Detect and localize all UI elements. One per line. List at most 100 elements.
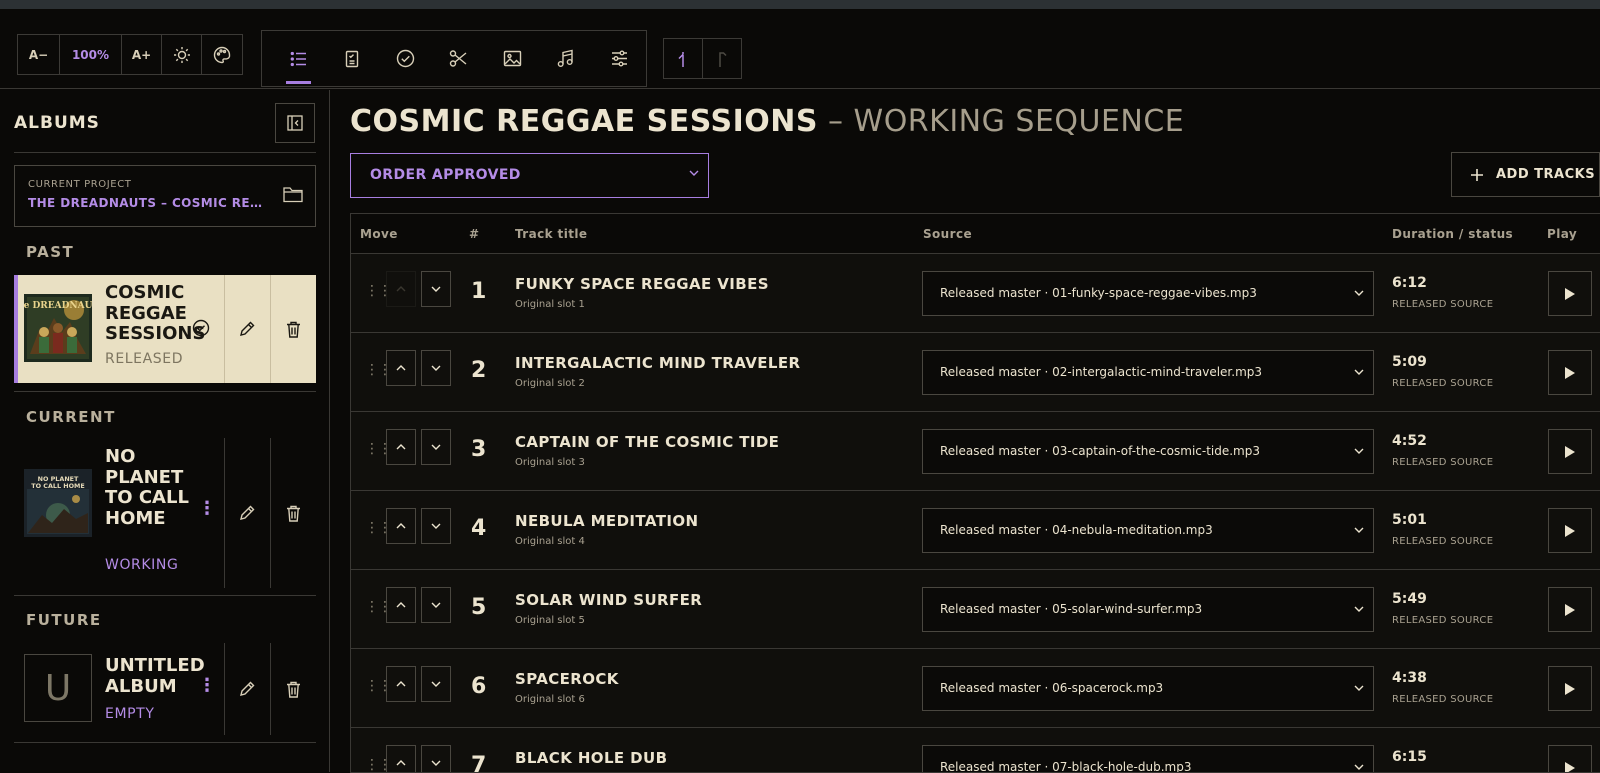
original-slot: Original slot 1	[515, 299, 585, 310]
track-title: CAPTAIN OF THE COSMIC TIDE	[515, 433, 779, 451]
album-cover: NO PLANET TO CALL HOME	[24, 469, 92, 537]
track-status: RELEASED SOURCE	[1392, 457, 1493, 468]
view-artwork-button[interactable]	[486, 31, 539, 86]
album-card-cosmic-reggae[interactable]: The DREADNAUTS COSMIC REGGAE SESSIONS RE…	[14, 275, 316, 383]
track-number: 3	[471, 437, 486, 462]
zoom-level[interactable]: 100%	[60, 35, 122, 74]
delete-album-button[interactable]	[270, 643, 315, 735]
original-slot: Original slot 5	[515, 615, 585, 626]
view-checklist-button[interactable]	[325, 31, 378, 86]
track-title: SOLAR WIND SURFER	[515, 591, 702, 609]
move-down-button[interactable]	[421, 666, 451, 702]
top-toolbar: A− 100% A+	[0, 9, 1600, 89]
move-down-button[interactable]	[421, 350, 451, 386]
current-project-name: THE DREADNAUTS – COSMIC RE…	[28, 196, 315, 210]
move-down-button[interactable]	[421, 508, 451, 544]
view-audio-button[interactable]	[539, 31, 592, 86]
play-button[interactable]	[1548, 508, 1592, 553]
edit-album-button[interactable]	[224, 275, 269, 383]
table-row: ⋮⋮2INTERGALACTIC MIND TRAVELEROriginal s…	[351, 333, 1600, 412]
source-select[interactable]: Released master · 02-intergalactic-mind-…	[922, 350, 1374, 395]
move-up-button[interactable]	[386, 429, 416, 465]
album-cover: The DREADNAUTS	[24, 294, 92, 362]
chevron-down-icon	[1353, 287, 1365, 302]
move-down-button[interactable]	[421, 429, 451, 465]
source-select[interactable]: Released master · 04-nebula-meditation.m…	[922, 508, 1374, 553]
track-duration: 5:49	[1392, 591, 1427, 607]
sidebar-title: ALBUMS	[14, 113, 100, 133]
move-up-button[interactable]	[386, 745, 416, 773]
move-down-button[interactable]	[421, 271, 451, 307]
play-icon	[1564, 682, 1576, 696]
approved-icon	[192, 319, 210, 341]
source-select[interactable]: Released master · 05-solar-wind-surfer.m…	[922, 587, 1374, 632]
track-status: RELEASED SOURCE	[1392, 299, 1493, 310]
album-card-no-planet[interactable]: NO PLANET TO CALL HOME NO PLANET TO CALL…	[14, 438, 316, 588]
source-select[interactable]: Released master · 01-funky-space-reggae-…	[922, 271, 1374, 316]
view-approve-button[interactable]	[379, 31, 432, 86]
brightness-button[interactable]	[162, 35, 202, 74]
source-value: Released master · 03-captain-of-the-cosm…	[940, 444, 1260, 458]
edit-album-button[interactable]	[224, 438, 269, 588]
play-button[interactable]	[1548, 350, 1592, 395]
move-up-button[interactable]	[386, 508, 416, 544]
album-name-heading: COSMIC REGGAE SESSIONS	[350, 104, 818, 139]
chevron-down-icon	[1353, 366, 1365, 381]
play-icon	[1564, 366, 1576, 380]
play-button[interactable]	[1548, 587, 1592, 632]
col-title: Track title	[515, 227, 587, 241]
current-project-card[interactable]: CURRENT PROJECT THE DREADNAUTS – COSMIC …	[14, 165, 316, 227]
add-tracks-button[interactable]: ADD TRACKS	[1451, 152, 1600, 197]
more-options-icon[interactable]: ⋮	[198, 675, 216, 696]
increase-font-button[interactable]: A+	[122, 35, 162, 74]
move-up-button[interactable]	[386, 587, 416, 623]
view-edit-button[interactable]	[432, 31, 485, 86]
track-table: Move # Track title Source Duration / sta…	[350, 213, 1600, 773]
image-icon	[503, 49, 522, 68]
move-up-button[interactable]	[386, 350, 416, 386]
source-value: Released master · 02-intergalactic-mind-…	[940, 365, 1262, 379]
chevron-down-icon	[1353, 445, 1365, 460]
delete-album-button[interactable]	[270, 275, 315, 383]
source-select[interactable]: Released master · 03-captain-of-the-cosm…	[922, 429, 1374, 474]
undo-button[interactable]	[664, 39, 703, 78]
album-title: UNTITLED ALBUM	[105, 656, 205, 697]
chevron-down-icon	[1353, 524, 1365, 539]
play-button[interactable]	[1548, 429, 1592, 474]
source-value: Released master · 06-spacerock.mp3	[940, 681, 1163, 695]
play-button[interactable]	[1548, 271, 1592, 316]
albums-sidebar: ALBUMS CURRENT PROJECT THE DREADNAUTS – …	[0, 90, 330, 772]
track-number: 4	[471, 516, 486, 541]
sliders-icon	[610, 49, 629, 68]
edit-album-button[interactable]	[224, 643, 269, 735]
track-title: SPACEROCK	[515, 670, 619, 688]
delete-album-button[interactable]	[270, 438, 315, 588]
page-title: COSMIC REGGAE SESSIONS – WORKING SEQUENC…	[350, 104, 1184, 139]
source-select[interactable]: Released master · 07-black-hole-dub.mp3	[922, 745, 1374, 773]
view-list-button[interactable]	[272, 31, 325, 86]
move-up-button[interactable]	[386, 271, 416, 307]
move-down-button[interactable]	[421, 745, 451, 773]
track-duration: 6:15	[1392, 749, 1427, 765]
more-options-icon[interactable]: ⋮	[198, 498, 216, 519]
order-status-select[interactable]: ORDER APPROVED	[350, 153, 709, 198]
trash-icon	[286, 505, 301, 522]
open-project-button[interactable]	[283, 186, 303, 207]
track-number: 1	[471, 279, 486, 304]
move-down-button[interactable]	[421, 587, 451, 623]
redo-button[interactable]	[703, 39, 741, 78]
decrease-font-button[interactable]: A−	[18, 35, 60, 74]
play-button[interactable]	[1548, 745, 1592, 773]
collapse-sidebar-button[interactable]	[275, 103, 315, 143]
table-row: ⋮⋮5SOLAR WIND SURFEROriginal slot 5Relea…	[351, 570, 1600, 649]
track-duration: 5:01	[1392, 512, 1427, 528]
play-button[interactable]	[1548, 666, 1592, 711]
theme-button[interactable]	[202, 35, 242, 74]
move-up-button[interactable]	[386, 666, 416, 702]
view-settings-button[interactable]	[593, 31, 646, 86]
play-icon	[1564, 445, 1576, 459]
album-card-untitled[interactable]: U UNTITLED ALBUM EMPTY ⋮	[14, 643, 316, 735]
table-header: Move # Track title Source Duration / sta…	[351, 214, 1600, 254]
pencil-icon	[239, 505, 255, 521]
source-select[interactable]: Released master · 06-spacerock.mp3	[922, 666, 1374, 711]
